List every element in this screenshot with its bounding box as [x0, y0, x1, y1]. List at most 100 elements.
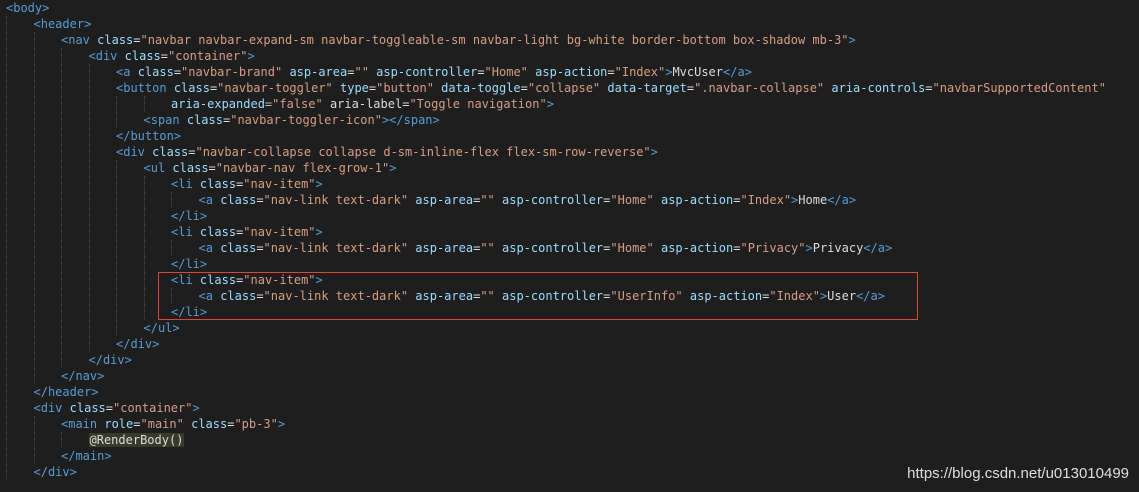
indent-guide [6, 240, 7, 256]
code-line[interactable]: <div class="container"> [34, 400, 200, 416]
indent-guide [6, 224, 7, 240]
indent-guide [61, 304, 62, 320]
code-line[interactable]: aria-expanded="false" aria-label="Toggle… [171, 96, 554, 112]
indent-guide [116, 304, 117, 320]
indent-guide [33, 32, 35, 48]
indent-guide [61, 128, 62, 144]
indent-guide [116, 96, 117, 112]
code-line[interactable]: <body> [6, 0, 49, 16]
indent-guide [61, 352, 62, 368]
indent-guide [88, 336, 90, 352]
indent-guide [88, 240, 90, 256]
indent-guide [33, 64, 35, 80]
indent-guide [61, 96, 62, 112]
indent-guide [6, 80, 7, 96]
code-line[interactable]: </li> [171, 256, 207, 272]
indent-guide [33, 320, 35, 336]
indent-guide [61, 224, 62, 240]
indent-guide [33, 208, 35, 224]
code-line[interactable]: </div> [34, 464, 77, 480]
indent-guide [116, 256, 117, 272]
indent-guide [33, 448, 35, 464]
indent-guide [33, 240, 35, 256]
code-line[interactable]: <main role="main" class="pb-3"> [61, 416, 285, 432]
indent-guide [6, 256, 7, 272]
code-line[interactable]: <a class="nav-link text-dark" asp-area="… [199, 288, 886, 304]
indent-guide [116, 224, 117, 240]
indent-guide [6, 288, 7, 304]
indent-guide [6, 192, 7, 208]
code-line[interactable]: <a class="navbar-brand" asp-area="" asp-… [116, 64, 752, 80]
code-line[interactable]: <span class="navbar-toggler-icon"></span… [144, 112, 440, 128]
indent-guide [116, 112, 117, 128]
indent-guide [33, 336, 35, 352]
indent-guide [61, 80, 62, 96]
indent-guide [171, 240, 172, 256]
indent-guide [116, 208, 117, 224]
watermark: https://blog.csdn.net/u013010499 [907, 465, 1129, 482]
indent-guide [6, 448, 7, 464]
indent-guide [6, 320, 7, 336]
indent-guide [33, 96, 35, 112]
indent-guide [6, 96, 7, 112]
code-line[interactable]: </div> [116, 336, 159, 352]
indent-guide [116, 320, 117, 336]
indent-guide [88, 208, 90, 224]
code-line[interactable]: </nav> [61, 368, 104, 384]
code-line[interactable]: </li> [171, 304, 207, 320]
indent-guide [143, 288, 145, 304]
indent-guide [6, 112, 7, 128]
code-line[interactable]: <li class="nav-item"> [171, 176, 323, 192]
indent-guide [61, 320, 62, 336]
code-line[interactable]: <div class="navbar-collapse collapse d-s… [116, 144, 658, 160]
code-line[interactable]: </div> [89, 352, 132, 368]
indent-guide [61, 64, 62, 80]
indent-guide [6, 32, 7, 48]
indent-guide [33, 192, 35, 208]
indent-guide [143, 96, 145, 112]
code-editor[interactable]: <body> <header> <nav class="navbar navbar-… [0, 0, 1139, 492]
code-line[interactable]: </ul> [144, 320, 180, 336]
indent-guide [33, 224, 35, 240]
code-line[interactable]: <li class="nav-item"> [171, 272, 323, 288]
indent-guide [33, 128, 35, 144]
code-line[interactable]: </main> [61, 448, 112, 464]
indent-guide [116, 160, 117, 176]
indent-guide [88, 80, 90, 96]
code-line[interactable]: @RenderBody() [88, 432, 185, 448]
indent-guide [61, 160, 62, 176]
indent-guide [33, 304, 35, 320]
indent-guide [6, 464, 7, 480]
indent-guide [116, 192, 117, 208]
code-line[interactable]: </li> [171, 208, 207, 224]
indent-guide [6, 272, 7, 288]
indent-guide [6, 64, 7, 80]
indent-guide [143, 304, 145, 320]
code-line[interactable]: <a class="nav-link text-dark" asp-area="… [199, 240, 893, 256]
code-line[interactable]: <div class="container"> [89, 48, 255, 64]
indent-guide [6, 208, 7, 224]
indent-guide [6, 368, 7, 384]
indent-guide [61, 192, 62, 208]
code-line[interactable]: <li class="nav-item"> [171, 224, 323, 240]
code-line[interactable]: <header> [34, 16, 92, 32]
indent-guide [61, 144, 62, 160]
indent-guide [88, 64, 90, 80]
indent-guide [33, 288, 35, 304]
indent-guide [33, 272, 35, 288]
indent-guide [88, 224, 90, 240]
code-line[interactable]: <button class="navbar-toggler" type="but… [116, 80, 1106, 96]
indent-guide [33, 48, 35, 64]
code-line[interactable]: </button> [116, 128, 181, 144]
indent-guide [33, 160, 35, 176]
indent-guide [33, 80, 35, 96]
code-line[interactable]: <ul class="navbar-nav flex-grow-1"> [144, 160, 397, 176]
indent-guide [88, 304, 90, 320]
code-line[interactable]: <nav class="navbar navbar-expand-sm navb… [61, 32, 856, 48]
code-line[interactable]: <a class="nav-link text-dark" asp-area="… [199, 192, 857, 208]
code-line[interactable]: </header> [34, 384, 99, 400]
indent-guide [6, 432, 7, 448]
indent-guide [33, 368, 35, 384]
indent-guide [143, 256, 145, 272]
indent-guide [143, 272, 145, 288]
